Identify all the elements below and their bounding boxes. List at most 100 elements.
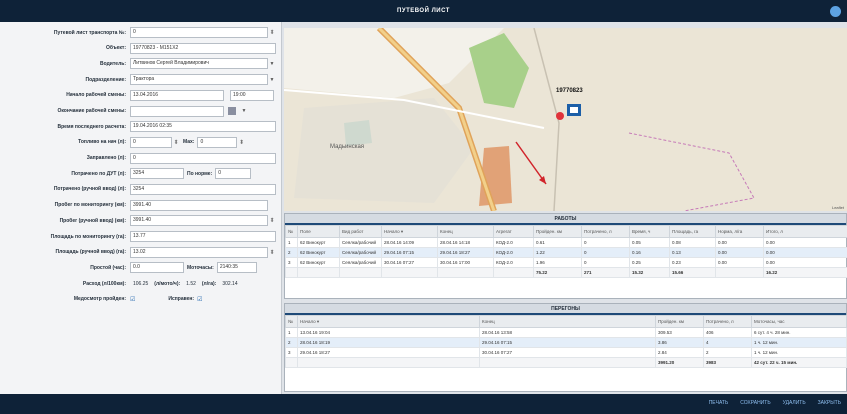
table-cell: 0.16 bbox=[629, 247, 670, 258]
object-row: Объект: 19770823 - M151X2 bbox=[4, 42, 277, 55]
table-row[interactable]: 1 62 Винокурт Сеялка/рабочий 28.04.16 14:09… bbox=[285, 237, 847, 248]
transfers-column-header[interactable]: Потрачено, л bbox=[703, 315, 752, 328]
transfers-title: ПЕРЕГОНЫ bbox=[285, 304, 846, 315]
table-cell: 309.53 bbox=[655, 327, 704, 338]
map-block bbox=[344, 120, 372, 146]
works-column-header[interactable]: Норма, л/га bbox=[715, 225, 764, 238]
table-row[interactable]: 1 13.04.16 19:04 28.04.16 13:58 309.53 406 6 … bbox=[285, 327, 847, 338]
delete-button[interactable]: УДАЛИТЬ bbox=[783, 400, 806, 406]
total-cell: 42 сут. 22 ч. 15 мин. bbox=[751, 357, 847, 368]
table-cell: КОД-2.0 bbox=[493, 247, 534, 258]
total-row: 75.22 271 15.32 15.66 16.22 bbox=[285, 267, 847, 278]
refueled-label: Заправлено (л): bbox=[86, 155, 126, 162]
table-cell: 6 сут. 4 ч. 28 мин. bbox=[751, 327, 847, 338]
table-cell: 2.84 bbox=[655, 347, 704, 358]
table-cell: 30.04.16 17:00 bbox=[437, 257, 494, 268]
works-column-header[interactable]: Агрегат bbox=[493, 225, 534, 238]
chevron-down-icon[interactable]: ▼ bbox=[268, 61, 276, 67]
spent-manual-field[interactable]: 3254 bbox=[130, 183, 276, 195]
works-column-header[interactable]: Поле bbox=[297, 225, 340, 238]
table-cell: 0.25 bbox=[629, 257, 670, 268]
works-column-header[interactable]: Время, ч bbox=[629, 225, 670, 238]
spinner-icon[interactable]: ⬍ bbox=[268, 217, 276, 224]
table-cell: 1 ч. 12 мин. bbox=[751, 347, 847, 358]
table-row[interactable]: 3 62 Винокурт Сеялка/рабочий 30.04.16 07:27… bbox=[285, 257, 847, 268]
mileage-mon-field: 3991.40 bbox=[130, 199, 268, 211]
works-column-header[interactable]: Итого, л bbox=[763, 225, 847, 238]
object-field[interactable]: 19770823 - M151X2 bbox=[130, 42, 276, 54]
table-cell: 2 bbox=[703, 347, 752, 358]
chevron-down-icon[interactable]: ▼ bbox=[268, 77, 276, 83]
works-column-header[interactable]: Пройден. км bbox=[533, 225, 582, 238]
works-column-header[interactable]: Вид работ bbox=[339, 225, 382, 238]
spent-norm-label: По норме: bbox=[187, 170, 213, 177]
total-cell: 15.32 bbox=[629, 267, 670, 278]
fuel-start-field[interactable]: 0 bbox=[130, 136, 172, 148]
waybill-no-field[interactable]: 0 bbox=[130, 27, 268, 39]
works-column-header[interactable]: Площадь, га bbox=[669, 225, 716, 238]
fuel-start-row: Топливо на нач (л): 0 ⬍ Мах: 0 ⬍ bbox=[4, 136, 277, 149]
table-row[interactable]: 2 62 Винокурт Сеялка/рабочий 29.04.16 07:15… bbox=[285, 247, 847, 258]
map-attribution[interactable]: Leaflet bbox=[832, 205, 844, 210]
consumption-value: 106.25 bbox=[133, 280, 149, 287]
last-calc-row: Время последнего расчета: 19.04.2016 02:… bbox=[4, 120, 277, 133]
shift-start-date-field[interactable]: 13.04.2016 bbox=[130, 89, 224, 101]
mileage-manual-field[interactable]: 3991.40 bbox=[130, 215, 268, 227]
table-cell: 1.22 bbox=[533, 247, 582, 258]
serviceable-checkbox[interactable]: ☑ bbox=[197, 296, 202, 303]
table-row[interactable]: 2 28.04.16 18:19 29.04.16 07:15 3.86 4 1 ч. 1… bbox=[285, 337, 847, 348]
total-cell bbox=[437, 267, 494, 278]
spinner-icon[interactable]: ⬍ bbox=[237, 139, 245, 146]
map-canvas[interactable] bbox=[284, 28, 847, 211]
transfers-column-header[interactable]: Пройден. км bbox=[655, 315, 704, 328]
table-cell: 62 Винокурт bbox=[297, 257, 340, 268]
calendar-icon[interactable] bbox=[228, 107, 236, 116]
total-cell: 15.66 bbox=[669, 267, 716, 278]
spent-dut-field: 3254 bbox=[130, 168, 184, 180]
shift-start-label: Начало рабочей смены: bbox=[66, 92, 126, 99]
save-button[interactable]: СОХРАНИТЬ bbox=[740, 400, 770, 406]
transfers-column-header[interactable]: Конец bbox=[479, 315, 656, 328]
chevron-down-icon[interactable]: ▼ bbox=[240, 108, 248, 114]
print-button[interactable]: ПЕЧАТЬ bbox=[709, 400, 729, 406]
transfers-column-header[interactable]: № bbox=[285, 315, 298, 328]
transfers-grid: ПЕРЕГОНЫ № Начало ▾ Конец Пройден. км Потрач… bbox=[284, 303, 847, 392]
division-label: Подразделение: bbox=[85, 76, 126, 83]
works-column-header[interactable]: Потрачено, л bbox=[581, 225, 630, 238]
driver-select[interactable]: Литвинов Сергей Владимирович bbox=[130, 58, 268, 70]
footer-buttons: ПЕЧАТЬ СОХРАНИТЬ УДАЛИТЬ ЗАКРЫТЬ bbox=[709, 400, 841, 406]
engine-hours-field: 2140:35 bbox=[216, 262, 257, 274]
works-column-header[interactable]: Начало ▾ bbox=[381, 225, 438, 238]
medical-row: Медосмотр пройден: ☑ Исправен: ☑ bbox=[4, 293, 277, 306]
spinner-icon[interactable]: ⬍ bbox=[268, 249, 276, 256]
close-icon[interactable] bbox=[830, 6, 841, 17]
spinner-icon[interactable]: ⬍ bbox=[268, 29, 276, 36]
division-select[interactable]: Трактора bbox=[130, 74, 268, 86]
table-cell: 3 bbox=[285, 257, 298, 268]
consumption-row: Расход (л/100км): 106.25 (л/мото/ч): 1.5… bbox=[4, 277, 277, 290]
transfers-column-header[interactable]: Моточасы, час bbox=[751, 315, 847, 328]
table-cell: 0.08 bbox=[669, 237, 716, 248]
area-manual-field[interactable]: 13.02 bbox=[130, 246, 268, 258]
spinner-icon[interactable]: ⬍ bbox=[172, 139, 180, 146]
medical-checkbox[interactable]: ☑ bbox=[130, 296, 135, 303]
works-column-header[interactable]: Конец bbox=[437, 225, 494, 238]
transfers-column-header[interactable]: Начало ▾ bbox=[297, 315, 480, 328]
refueled-row: Заправлено (л): 0 bbox=[4, 152, 277, 165]
fuel-max-field[interactable]: 0 bbox=[197, 136, 238, 148]
idle-label: Простой (час): bbox=[90, 264, 126, 271]
map-view[interactable]: 19770823 Мадьинская Leaflet bbox=[284, 28, 847, 211]
table-row[interactable]: 3 29.04.16 18:27 30.04.16 07:27 2.84 2 1 ч. 1… bbox=[285, 347, 847, 358]
medical-label: Медосмотр пройден: bbox=[73, 296, 126, 303]
refueled-field[interactable]: 0 bbox=[130, 152, 276, 164]
close-button[interactable]: ЗАКРЫТЬ bbox=[818, 400, 841, 406]
table-cell: 28.04.16 14:09 bbox=[381, 237, 438, 248]
total-cell: 3983 bbox=[703, 357, 752, 368]
per-ha-label: (л/га): bbox=[201, 280, 217, 287]
shift-end-field[interactable] bbox=[130, 105, 224, 117]
works-column-header[interactable]: № bbox=[285, 225, 298, 238]
total-cell bbox=[479, 357, 656, 368]
shift-start-time-field[interactable]: 19:00 bbox=[230, 89, 274, 101]
track-point-marker[interactable] bbox=[556, 112, 564, 120]
total-cell bbox=[285, 267, 298, 278]
